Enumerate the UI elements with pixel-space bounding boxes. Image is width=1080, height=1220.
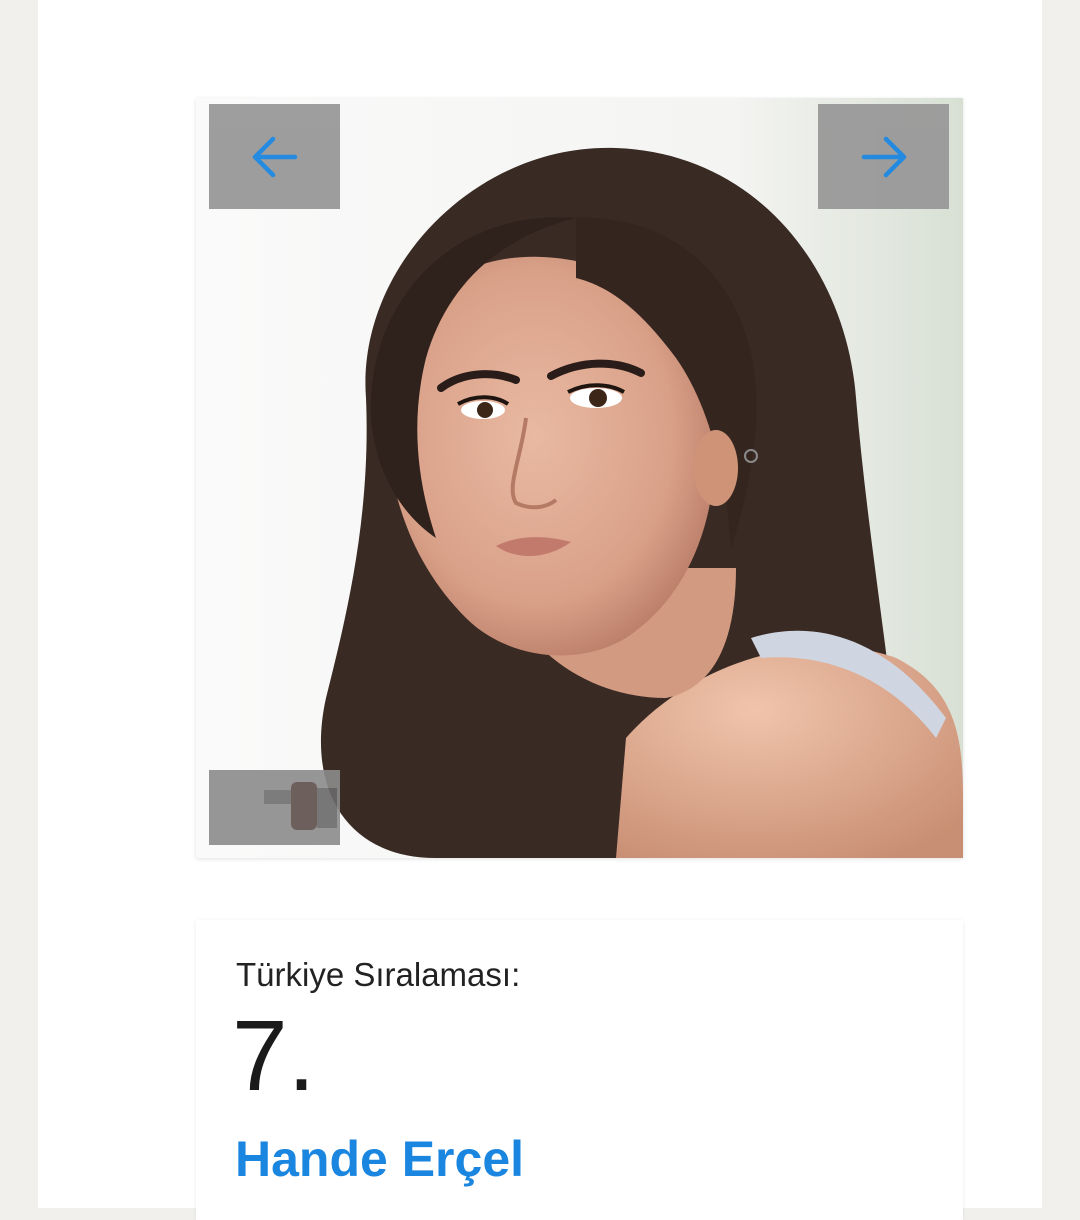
next-button[interactable] xyxy=(818,104,949,209)
portrait-photo xyxy=(196,98,963,858)
page-content: Türkiye Sıralaması: 7. Hande Erçel xyxy=(38,0,1042,1220)
arrow-left-icon xyxy=(252,136,297,177)
ranking-card: Türkiye Sıralaması: 7. Hande Erçel xyxy=(196,920,963,1220)
previous-button[interactable] xyxy=(209,104,340,209)
person-name-link[interactable]: Hande Erçel xyxy=(235,1130,524,1188)
ranking-number: 7. xyxy=(232,1000,316,1112)
ranking-label: Türkiye Sıralaması: xyxy=(236,956,521,993)
arrow-right-icon xyxy=(861,136,906,177)
thumbnail-button[interactable] xyxy=(209,770,340,845)
photo-slider xyxy=(196,98,963,858)
thumbnail-image xyxy=(209,770,340,845)
